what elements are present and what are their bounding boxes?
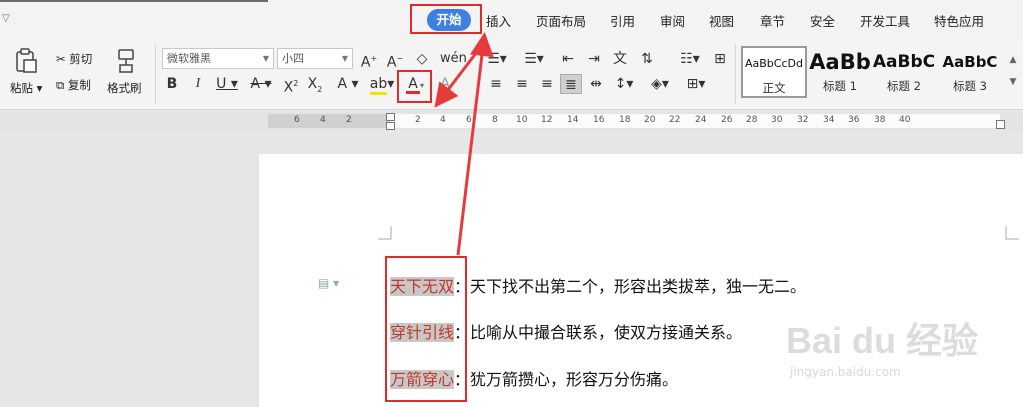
baidu-jingyan-logo: Bai du 经验 [786, 320, 979, 361]
watermark-url: jingyan.baidu.com [790, 365, 901, 379]
